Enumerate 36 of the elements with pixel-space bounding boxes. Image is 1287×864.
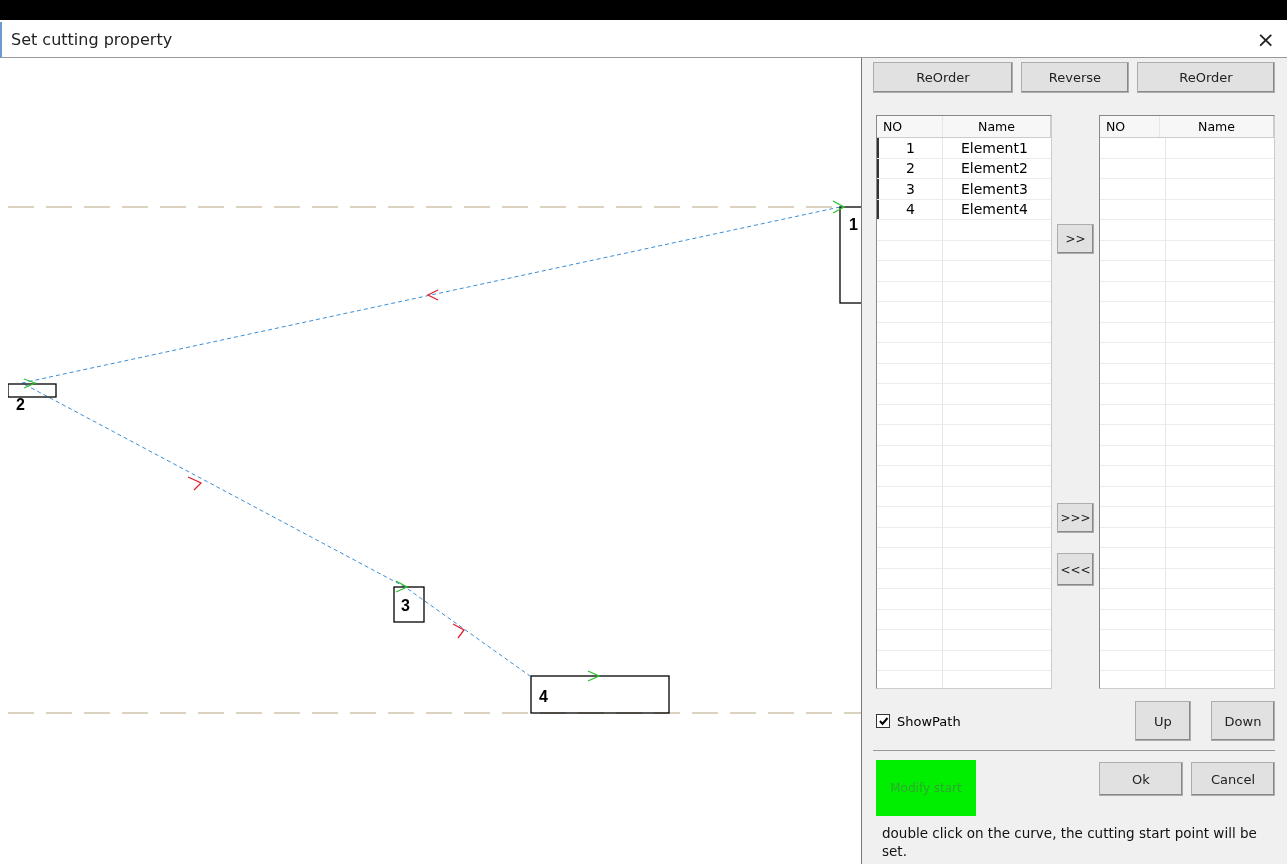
column-header[interactable]: NO xyxy=(1100,116,1160,137)
element-outline xyxy=(8,383,57,398)
panel-button[interactable]: Reverse xyxy=(1021,62,1129,93)
table-cell-text: Element4 xyxy=(960,200,1029,219)
element-list[interactable]: NO Name 1 Element1 2 Element2 3 Element3 4 Element4 xyxy=(876,115,1052,689)
move-right-button[interactable]: >> xyxy=(1057,224,1094,254)
column-header[interactable]: Name xyxy=(1160,116,1274,137)
move-all-left-button[interactable]: <<< xyxy=(1057,553,1094,586)
column-header[interactable]: NO xyxy=(877,116,943,137)
table-cell: 3 xyxy=(877,179,943,199)
order-list[interactable]: NO Name xyxy=(1099,115,1275,689)
panel-button[interactable]: ReOrder xyxy=(873,62,1013,93)
drawing-canvas[interactable]: 1 2 3 4 xyxy=(8,58,862,864)
element-number: 3 xyxy=(401,597,410,614)
table-cell: 2 xyxy=(877,158,943,178)
table-cell: 1 xyxy=(877,138,943,158)
checkbox[interactable] xyxy=(876,714,890,728)
ok-button[interactable]: Ok xyxy=(1099,762,1183,796)
cancel-button[interactable]: Cancel xyxy=(1191,762,1275,796)
table-cell-text: Element3 xyxy=(960,179,1029,199)
up-button[interactable]: Up xyxy=(1135,701,1191,741)
checkbox-label[interactable]: ShowPath xyxy=(897,713,961,729)
element-number: 2 xyxy=(16,396,25,413)
close-button[interactable]: × xyxy=(1252,26,1279,52)
element-number: 1 xyxy=(849,216,858,233)
table-cell-text: Element2 xyxy=(960,159,1029,178)
table-cell-text: Element1 xyxy=(960,138,1029,158)
move-all-right-button[interactable]: >>> xyxy=(1057,503,1094,533)
hint-text: double click on the curve, the cutting start point will be set. xyxy=(882,824,1258,860)
element-outline xyxy=(393,586,425,623)
panel-button[interactable]: ReOrder xyxy=(1137,62,1275,93)
table-cell: 4 xyxy=(877,199,943,219)
down-button[interactable]: Down xyxy=(1211,701,1275,741)
window-title: Set cutting property xyxy=(11,29,173,49)
column-header[interactable]: Name xyxy=(943,116,1051,137)
element-number: 4 xyxy=(539,688,548,705)
